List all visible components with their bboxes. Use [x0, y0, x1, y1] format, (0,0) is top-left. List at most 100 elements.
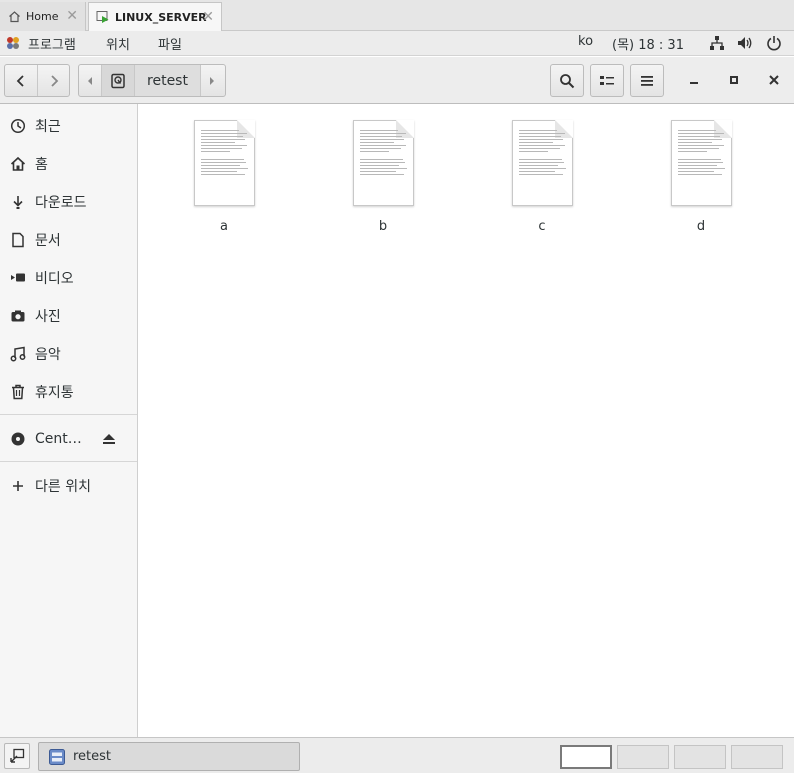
menu-button[interactable] — [630, 64, 664, 97]
file-view[interactable]: a b c d — [138, 104, 794, 737]
sidebar-item-label: 비디오 — [35, 271, 74, 287]
text-document-icon — [353, 120, 414, 206]
menu-applications[interactable]: 프로그램 — [28, 34, 76, 53]
workspace-2[interactable] — [617, 745, 669, 769]
recent-icon — [10, 118, 26, 134]
list-view-icon — [600, 75, 614, 85]
menu-places[interactable]: 위치 — [106, 34, 130, 53]
sidebar-item-label: Cent… — [35, 431, 82, 447]
sidebar-item-label: 홈 — [35, 157, 48, 173]
applications-icon — [6, 36, 20, 50]
input-language[interactable]: ko — [578, 34, 593, 49]
close-button[interactable] — [763, 69, 785, 91]
vm-tab-linux-server[interactable]: LINUX_SERVER ✕ — [88, 2, 222, 31]
file-name: c — [538, 219, 546, 234]
sidebar-item-label: 최근 — [35, 119, 61, 135]
power-icon[interactable] — [766, 35, 782, 51]
menu-files[interactable]: 파일 — [158, 34, 182, 53]
file-item[interactable]: d — [651, 120, 751, 240]
file-name: a — [220, 219, 228, 234]
sidebar-item-downloads[interactable]: 다운로드 — [0, 185, 137, 219]
download-icon — [10, 194, 26, 210]
workspace-1[interactable] — [560, 745, 612, 769]
file-item[interactable]: c — [492, 120, 592, 240]
vm-tab-home[interactable]: Home ✕ — [0, 2, 86, 31]
home-icon — [7, 10, 21, 24]
sidebar-item-centos-disc[interactable]: Cent… — [0, 422, 137, 456]
text-document-icon — [512, 120, 573, 206]
path-root-button[interactable] — [101, 65, 135, 96]
path-scroll-right-button[interactable] — [201, 65, 223, 96]
sidebar-item-videos[interactable]: 비디오 — [0, 261, 137, 295]
search-button[interactable] — [550, 64, 584, 97]
eject-icon[interactable] — [101, 431, 117, 447]
sidebar-item-label: 휴지통 — [35, 385, 74, 401]
show-desktop-button[interactable] — [4, 743, 30, 769]
close-icon[interactable]: ✕ — [202, 9, 214, 25]
navigation-buttons — [4, 64, 70, 97]
triangle-right-icon — [210, 76, 214, 85]
sidebar-item-label: 다운로드 — [35, 195, 87, 211]
back-button[interactable] — [5, 65, 37, 96]
vm-play-icon — [96, 10, 110, 24]
sidebar-item-trash[interactable]: 휴지통 — [0, 375, 137, 409]
taskbar-window-label: retest — [73, 749, 112, 764]
hamburger-menu-icon — [641, 75, 653, 86]
file-manager-icon — [48, 748, 66, 766]
chevron-right-icon — [50, 74, 58, 87]
sidebar-item-other-locations[interactable]: 다른 위치 — [0, 469, 137, 503]
trash-icon — [10, 384, 26, 400]
path-bar: retest — [78, 64, 226, 97]
close-icon[interactable]: ✕ — [66, 8, 78, 24]
sidebar-item-label: 다른 위치 — [35, 479, 91, 495]
breadcrumb-current-folder[interactable]: retest — [135, 65, 201, 96]
maximize-icon — [730, 76, 738, 84]
video-icon — [10, 270, 26, 286]
clock[interactable]: (목) 18 : 31 — [612, 34, 684, 53]
sidebar-item-music[interactable]: 음악 — [0, 337, 137, 371]
taskbar-window-retest[interactable]: retest — [38, 742, 300, 771]
file-name: d — [696, 219, 706, 234]
vm-tab-label: Home — [26, 10, 59, 23]
camera-icon — [10, 308, 26, 324]
path-scroll-left-button[interactable] — [79, 65, 101, 96]
text-document-icon — [671, 120, 732, 206]
sidebar-item-label: 문서 — [35, 233, 61, 249]
text-document-icon — [194, 120, 255, 206]
network-icon[interactable] — [709, 35, 725, 51]
sidebar-item-label: 음악 — [35, 347, 61, 363]
home-icon — [10, 156, 26, 172]
sidebar-item-documents[interactable]: 문서 — [0, 223, 137, 257]
maximize-button[interactable] — [723, 69, 745, 91]
optical-disc-icon — [10, 431, 26, 447]
workspace-3[interactable] — [674, 745, 726, 769]
chevron-left-icon — [16, 74, 24, 87]
volume-icon[interactable] — [737, 35, 753, 51]
view-toggle-button[interactable] — [590, 64, 624, 97]
file-item[interactable]: b — [333, 120, 433, 240]
document-icon — [10, 232, 26, 248]
top-panel: 프로그램 위치 파일 ko (목) 18 : 31 — [0, 31, 794, 56]
sidebar-item-pictures[interactable]: 사진 — [0, 299, 137, 333]
forward-button[interactable] — [37, 65, 69, 96]
workspace-4[interactable] — [731, 745, 783, 769]
close-icon — [769, 75, 779, 85]
minimize-button[interactable] — [683, 69, 705, 91]
vm-tab-label: LINUX_SERVER — [115, 10, 207, 24]
taskbar: retest — [0, 737, 794, 773]
sidebar: 최근 홈 다운로드 문서 비디오 사진 음악 휴지통 Cent… 다른 위치 — [0, 104, 138, 737]
vm-tab-bar: Home ✕ LINUX_SERVER ✕ — [0, 0, 794, 31]
sidebar-item-recent[interactable]: 최근 — [0, 109, 137, 143]
file-name: b — [378, 219, 388, 234]
minimize-icon — [690, 82, 698, 84]
drive-icon — [111, 73, 125, 88]
sidebar-separator — [0, 414, 137, 415]
sidebar-item-label: 사진 — [35, 309, 61, 325]
triangle-left-icon — [88, 76, 92, 85]
sidebar-separator — [0, 461, 137, 462]
plus-icon — [10, 478, 26, 494]
sidebar-item-home[interactable]: 홈 — [0, 147, 137, 181]
search-icon — [560, 73, 575, 88]
file-item[interactable]: a — [174, 120, 274, 240]
header-bar: retest — [0, 57, 794, 104]
